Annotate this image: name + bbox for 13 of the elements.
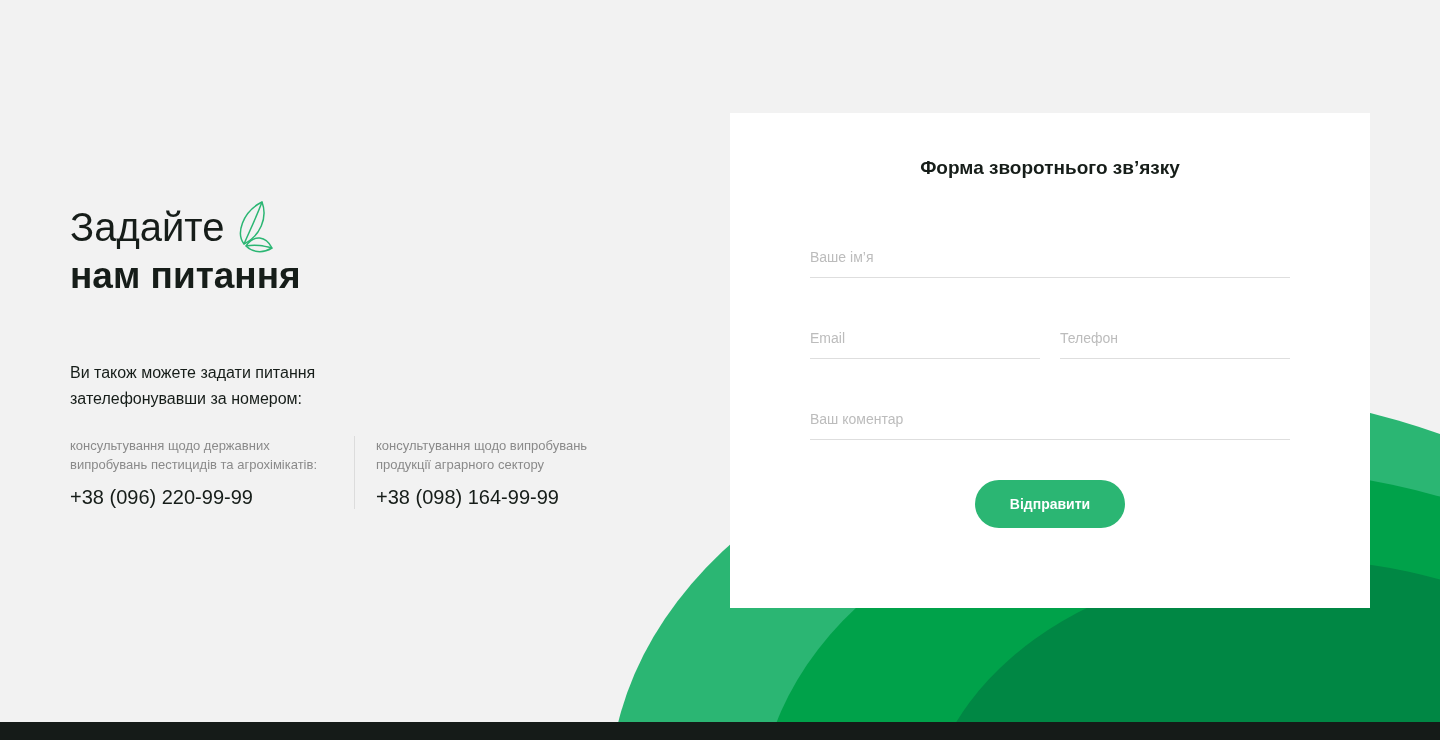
contact-description: консультування щодо державних випробувань пестицидів та агрохімікатів: — [70, 437, 318, 474]
phone-number: +38 (098) 164-99-99 — [376, 486, 559, 509]
contact-description: консультування щодо випробувань продукції аграрного сектору — [376, 437, 589, 474]
input-field[interactable]: Телефон — [1060, 318, 1290, 359]
submit-button[interactable]: Відправити — [975, 480, 1125, 528]
intro-text: Ви також можете задати питання зателефонувавши за номером: — [70, 363, 317, 409]
input-field[interactable]: Ваше ім’я — [810, 237, 1290, 278]
form-title: Форма зворотнього зв’язку — [919, 157, 1181, 179]
input-field[interactable]: Email — [810, 318, 1040, 359]
heading-text: Задайте — [70, 204, 225, 250]
input-field[interactable]: Ваш коментар — [810, 399, 1290, 440]
heading-text: нам питання — [70, 254, 302, 298]
phone-number: +38 (096) 220-99-99 — [70, 486, 253, 509]
